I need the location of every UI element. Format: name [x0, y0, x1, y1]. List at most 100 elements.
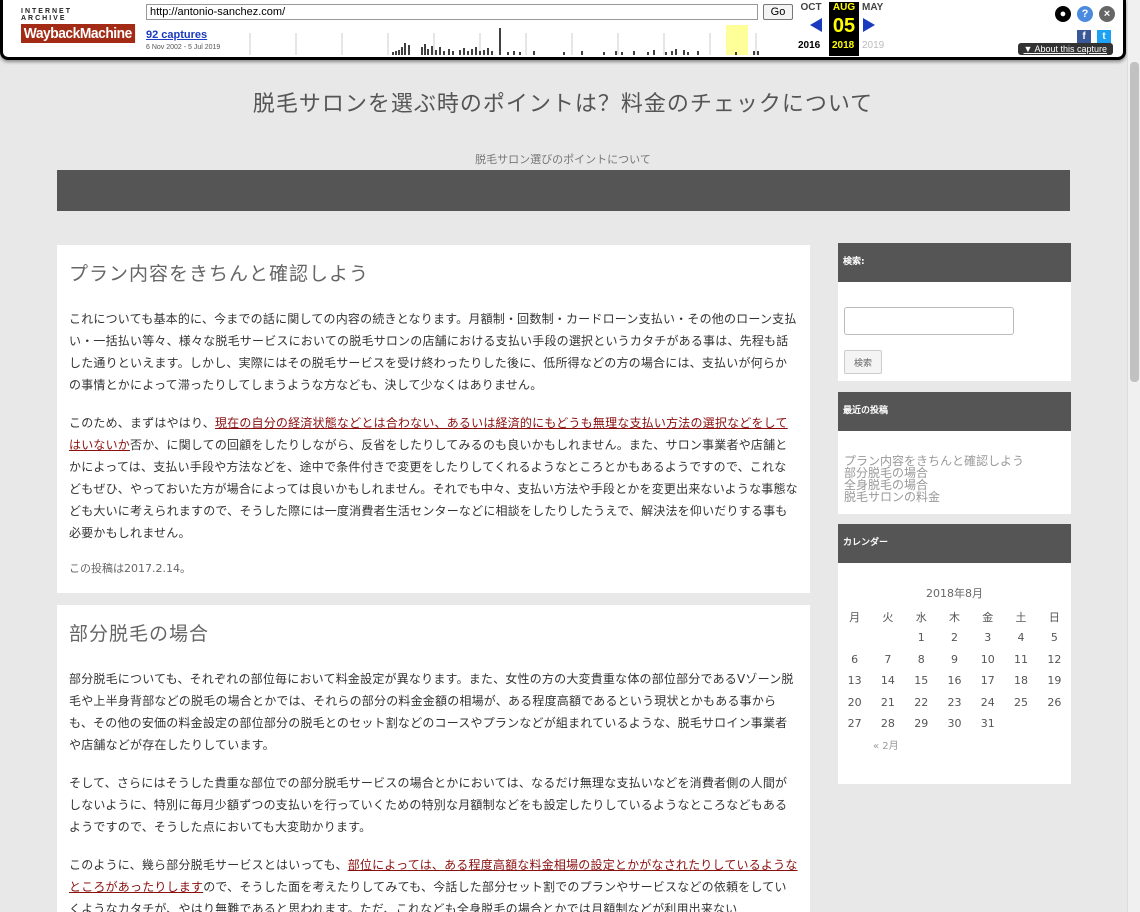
post-text: このように、幾ら部分脱毛サービスとはいっても、	[69, 858, 348, 872]
calendar-day: 17	[980, 674, 995, 688]
recent-posts-widget: 最近の投稿 プラン内容をきちんと確認しよう 部分脱毛の場合 全身脱毛の場合 脱毛…	[838, 392, 1071, 514]
calendar-day: 3	[984, 631, 992, 645]
wayback-next-arrow-icon[interactable]	[863, 18, 875, 32]
recent-post-link[interactable]: 脱毛サロンの料金	[844, 491, 1065, 503]
wayback-social: ft	[1071, 26, 1111, 44]
calendar-day: 13	[847, 674, 862, 688]
weekday-header: 木	[948, 611, 960, 624]
calendar-day: 8	[917, 652, 925, 666]
post-title[interactable]: 部分脱毛の場合	[69, 619, 798, 646]
calendar-day: 10	[980, 652, 995, 666]
post-article: 部分脱毛の場合 部分脱毛についても、それぞれの部位毎において料金設定が異なります…	[57, 605, 810, 912]
weekday-header: 土	[1015, 611, 1027, 624]
calendar-day	[871, 627, 904, 649]
calendar-week: 13 14 15 16 17 18 19	[838, 670, 1071, 692]
calendar-day: 27	[847, 717, 862, 731]
recent-posts-title: 最近の投稿	[838, 392, 1071, 431]
wayback-url-input[interactable]: http://antonio-sanchez.com/	[146, 4, 758, 20]
calendar-prev-month-link[interactable]: « 2月	[838, 737, 1071, 752]
wayback-next-month[interactable]: MAY	[862, 2, 892, 13]
calendar-day: 7	[884, 652, 892, 666]
calendar-day: 20	[847, 695, 862, 709]
calendar-day: 14	[880, 674, 895, 688]
post-text: 否か、に関しての回顧をしたりしながら、反省をしたりしてみるのも良いかもしれません…	[69, 438, 798, 540]
calendar-week: 6 7 8 9 10 11 12	[838, 649, 1071, 671]
site-description: 脱毛サロン選びのポイントについて	[475, 153, 651, 166]
wayback-current-month: AUG	[832, 2, 856, 13]
calendar-day	[1004, 713, 1037, 735]
help-icon[interactable]: ?	[1077, 6, 1093, 22]
calendar-day: 28	[880, 717, 895, 731]
calendar-day	[838, 627, 871, 649]
user-icon[interactable]: ●	[1055, 6, 1071, 22]
calendar-day: 29	[914, 717, 929, 731]
weekday-header: 日	[1048, 611, 1060, 624]
site-title[interactable]: 脱毛サロンを選ぶ時のポイントは？料金のチェックについて	[0, 86, 1126, 118]
search-button[interactable]: 検索	[844, 350, 882, 374]
wayback-captures-link[interactable]: 92 captures	[146, 29, 207, 41]
calendar-day: 11	[1014, 652, 1029, 666]
calendar-day: 25	[1014, 695, 1029, 709]
search-input[interactable]	[844, 307, 1014, 335]
wayback-go-button[interactable]: Go	[763, 4, 793, 20]
facebook-icon[interactable]: f	[1077, 30, 1091, 44]
post-meta: この投稿は2017.2.14。	[69, 562, 191, 575]
wayback-current-day: 05	[832, 15, 856, 37]
post-article: プラン内容をきちんと確認しよう これについても基本的に、今までの話に関しての内容…	[57, 245, 810, 593]
post-paragraph: このように、幾ら部分脱毛サービスとはいっても、部位によっては、ある程度高額な料金…	[69, 854, 798, 912]
weekday-header: 火	[882, 611, 894, 624]
calendar-caption: 2018年8月	[926, 587, 983, 600]
post-title[interactable]: プラン内容をきちんと確認しよう	[69, 259, 798, 286]
page-scrollbar[interactable]	[1127, 0, 1140, 912]
calendar-week: 1 2 3 4 5	[838, 627, 1071, 649]
calendar-day: 26	[1047, 695, 1062, 709]
calendar-day: 4	[1017, 631, 1025, 645]
wayback-prev-arrow-icon[interactable]	[810, 18, 822, 32]
wayback-logo-main: WaybackMachine	[21, 24, 135, 43]
wayback-date-range: 6 Nov 2002 - 5 Jul 2019	[146, 44, 221, 51]
calendar-day: 31	[980, 717, 995, 731]
calendar-day: 22	[914, 695, 929, 709]
calendar-day: 12	[1047, 652, 1062, 666]
twitter-icon[interactable]: t	[1097, 30, 1111, 44]
calendar-day: 2	[950, 631, 958, 645]
calendar-day: 1	[917, 631, 925, 645]
post-paragraph: このため、まずはやはり、現在の自分の経済状態などとは合わない、あるいは経済的にも…	[69, 412, 798, 544]
wayback-current-year: 2018	[832, 40, 855, 51]
calendar-day: 16	[947, 674, 962, 688]
weekday-header: 金	[982, 611, 994, 624]
wayback-logo-top: INTERNET ARCHIVE	[21, 8, 72, 22]
wayback-logo[interactable]: INTERNET ARCHIVE WaybackMachine	[21, 8, 135, 48]
wayback-sparkline[interactable]	[238, 25, 793, 55]
wayback-icons: ●? ×	[1049, 4, 1115, 22]
search-widget-title: 検索:	[838, 243, 1071, 282]
wayback-prev-year[interactable]: 2016	[798, 40, 820, 51]
calendar-day: 9	[950, 652, 958, 666]
calendar-week: 27 28 29 30 31	[838, 713, 1071, 735]
wayback-about-capture-link[interactable]: ▼ About this capture	[1017, 43, 1113, 55]
search-widget: 検索: 検索	[838, 243, 1071, 381]
post-paragraph: これについても基本的に、今までの話に関しての内容の続きとなります。月額制・回数制…	[69, 312, 797, 392]
calendar-week: 20 21 22 23 24 25 26	[838, 692, 1071, 714]
calendar-widget: カレンダー 2018年8月 月 火 水 木 金 土 日 12345 6 7 8 9 10…	[838, 524, 1071, 784]
post-text: このため、まずはやはり、	[69, 416, 215, 430]
calendar-day: 24	[980, 695, 995, 709]
about-label: About this capture	[1034, 44, 1107, 54]
wayback-next-year: 2019	[862, 40, 885, 51]
post-paragraph: 部分脱毛についても、それぞれの部位毎において料金設定が異なります。また、女性の方…	[69, 672, 794, 752]
recent-posts-list: プラン内容をきちんと確認しよう 部分脱毛の場合 全身脱毛の場合 脱毛サロンの料金	[838, 431, 1071, 503]
calendar-table: 月 火 水 木 金 土 日 12345 6 7 8 9 10 11 12 13 14 15 16 1…	[838, 607, 1071, 735]
weekday-header: 月	[849, 611, 861, 624]
calendar-day: 21	[880, 695, 895, 709]
wayback-calendar-nav: OCT AUG 05 MAY 2016 2018 2019	[796, 2, 896, 56]
calendar-day: 6	[851, 652, 859, 666]
wayback-prev-month[interactable]: OCT	[796, 2, 826, 13]
weekday-header: 水	[915, 611, 927, 624]
calendar-day: 15	[914, 674, 929, 688]
scrollbar-thumb[interactable]	[1130, 62, 1139, 382]
wayback-toolbar: INTERNET ARCHIVE WaybackMachine http://a…	[0, 0, 1126, 60]
calendar-day: 23	[947, 695, 962, 709]
close-icon[interactable]: ×	[1099, 6, 1115, 22]
navigation-bar	[57, 170, 1070, 211]
calendar-day	[1038, 713, 1071, 735]
